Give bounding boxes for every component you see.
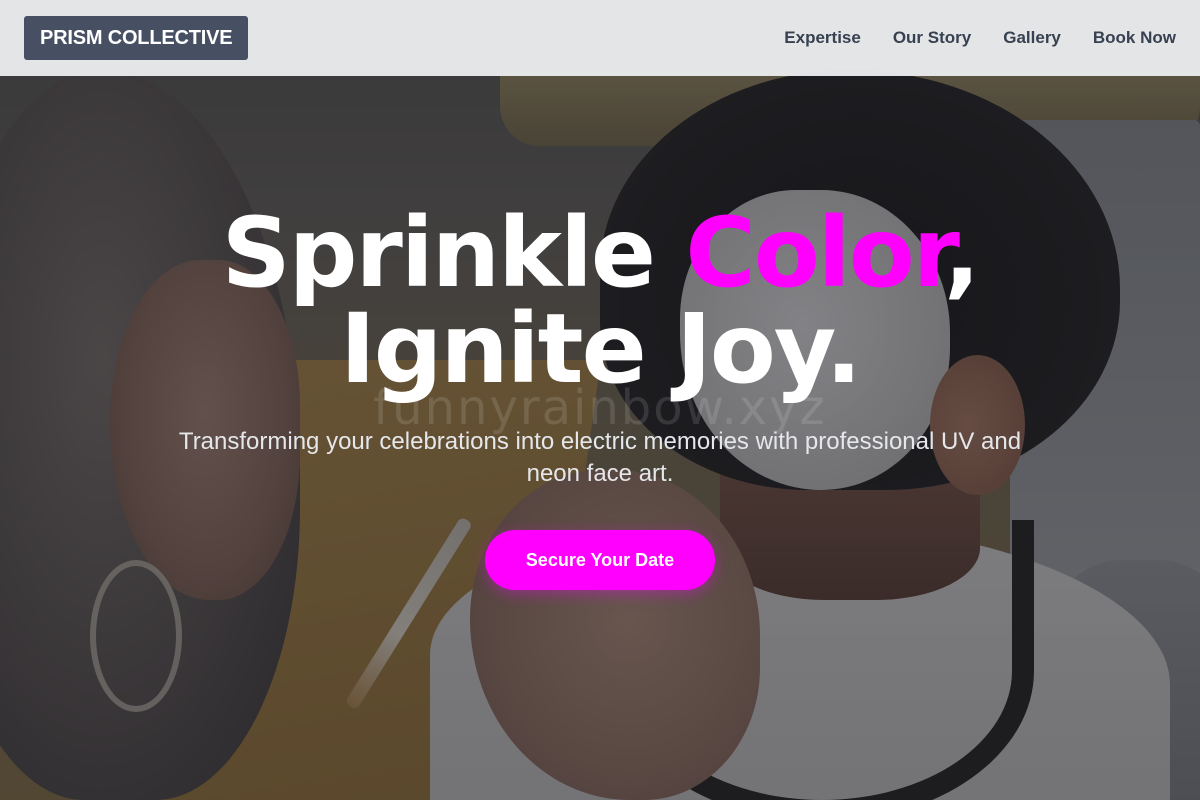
headline-comma: , [943,197,980,309]
secure-your-date-button[interactable]: Secure Your Date [485,530,715,590]
brand-logo[interactable]: PRISM COLLECTIVE [24,16,249,60]
site-header: PRISM COLLECTIVE Expertise Our Story Gal… [0,0,1200,76]
nav-link-expertise[interactable]: Expertise [784,27,861,49]
hero-headline: Sprinkle Color, Ignite Joy. [0,205,1200,397]
nav-link-book-now[interactable]: Book Now [1093,27,1176,49]
landing-page: PRISM COLLECTIVE Expertise Our Story Gal… [0,0,1200,800]
headline-line-1: Sprinkle Color, [0,205,1200,301]
hero-subtitle: Transforming your celebrations into elec… [178,428,1022,487]
main-nav: Expertise Our Story Gallery Book Now [784,27,1176,49]
hero-section: Sprinkle Color, Ignite Joy. funnyrainbow… [0,0,1200,800]
nav-link-gallery[interactable]: Gallery [1003,27,1061,49]
nav-link-our-story[interactable]: Our Story [893,27,971,49]
